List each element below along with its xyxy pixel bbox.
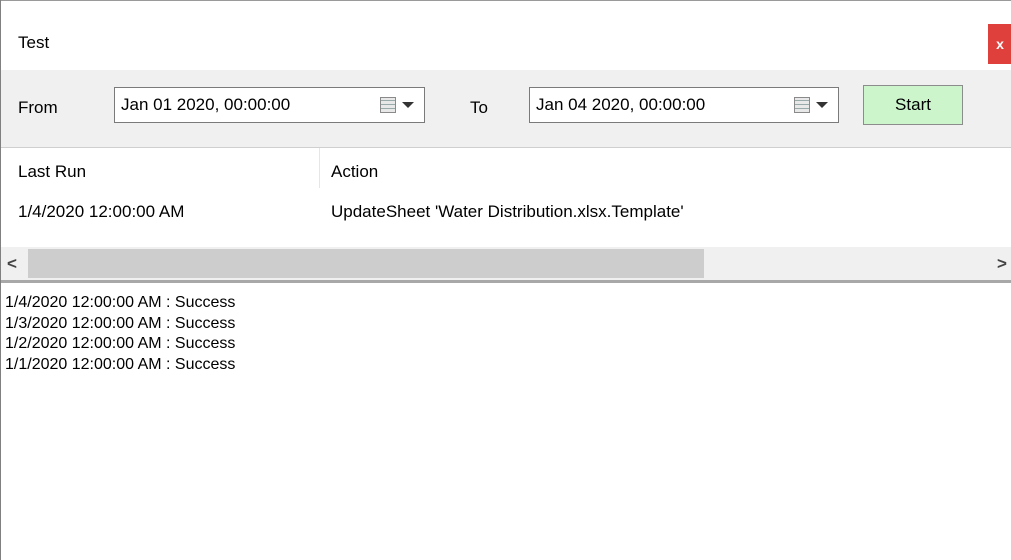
to-date-value: Jan 04 2020, 00:00:00 — [536, 95, 706, 114]
to-date-picker[interactable]: Jan 04 2020, 00:00:00 — [529, 87, 839, 123]
log-line: 1/2/2020 12:00:00 AM : Success — [5, 335, 236, 352]
panel-splitter[interactable] — [1, 280, 1011, 283]
chevron-down-icon[interactable] — [816, 102, 828, 108]
cell-last-run: 1/4/2020 12:00:00 AM — [18, 202, 185, 221]
column-divider[interactable] — [319, 148, 320, 188]
column-header-last-run[interactable]: Last Run — [18, 162, 86, 182]
log-line: 1/4/2020 12:00:00 AM : Success — [5, 294, 236, 311]
start-button[interactable]: Start — [863, 85, 963, 125]
window-title: Test — [18, 33, 50, 52]
scroll-left-arrow[interactable]: < — [7, 254, 17, 274]
from-date-value: Jan 01 2020, 00:00:00 — [121, 95, 291, 114]
log-line: 1/1/2020 12:00:00 AM : Success — [5, 355, 236, 373]
title-bar: Test x — [1, 1, 1011, 69]
chevron-down-icon[interactable] — [402, 102, 414, 108]
from-label: From — [18, 98, 58, 117]
log-output: 1/4/2020 12:00:00 AM : Success 1/3/2020 … — [5, 293, 235, 375]
column-header-action[interactable]: Action — [331, 162, 378, 182]
calendar-icon[interactable] — [380, 97, 396, 113]
scroll-right-arrow[interactable]: > — [997, 254, 1007, 274]
toolbar: From Jan 01 2020, 00:00:00 To Jan 04 202… — [1, 70, 1011, 148]
close-button[interactable]: x — [988, 24, 1011, 64]
log-line: 1/3/2020 12:00:00 AM : Success — [5, 314, 236, 332]
runs-table: Last Run Action 1/4/2020 12:00:00 AM Upd… — [1, 148, 1011, 248]
horizontal-scrollbar[interactable]: < > — [1, 247, 1011, 280]
cell-action: UpdateSheet 'Water Distribution.xlsx.Tem… — [331, 202, 684, 221]
app-window: Test x From Jan 01 2020, 00:00:00 To Jan… — [0, 0, 1011, 560]
scrollbar-thumb[interactable] — [28, 249, 704, 278]
calendar-icon[interactable] — [794, 97, 810, 113]
from-date-picker[interactable]: Jan 01 2020, 00:00:00 — [114, 87, 425, 123]
to-label: To — [470, 98, 488, 117]
